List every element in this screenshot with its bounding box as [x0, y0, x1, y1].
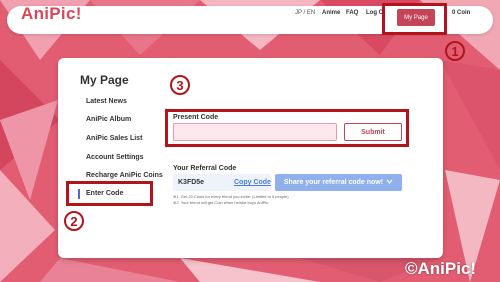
copy-code-link[interactable]: Copy Code [234, 179, 271, 186]
sidebar-item-sales-list[interactable]: AniPic Sales List [86, 135, 142, 142]
highlight-my-page [382, 3, 447, 35]
anipic-watermark: ©AniPic! [405, 259, 477, 278]
annotation-number-1: 1 [445, 41, 465, 61]
annotation-number-2: 2 [64, 211, 84, 231]
nav-logout[interactable]: Log O [366, 10, 383, 16]
chevron-down-icon [386, 179, 393, 186]
coin-balance[interactable]: 0 Coin [452, 10, 470, 16]
referral-code-label: Your Referral Code [173, 165, 237, 172]
sidebar-item-account-settings[interactable]: Account Settings [86, 154, 144, 161]
share-referral-label: Share your referral code now! [283, 179, 384, 186]
anipic-logo[interactable]: AniPic! [21, 4, 82, 24]
page-title: My Page [80, 73, 129, 87]
nav-faq[interactable]: FAQ [346, 10, 358, 16]
referral-code-value: K3FD5e [178, 179, 205, 186]
sidebar-item-recharge-coins[interactable]: Recharge AniPic Coins [86, 172, 163, 179]
highlight-present-code [165, 109, 409, 147]
sidebar-item-album[interactable]: AniPic Album [86, 116, 131, 123]
annotation-number-3: 3 [170, 75, 190, 95]
sidebar-item-latest-news[interactable]: Latest News [86, 98, 127, 105]
share-referral-button[interactable]: Share your referral code now! [275, 174, 402, 191]
language-switch[interactable]: JP / EN [295, 10, 315, 16]
nav-anime[interactable]: Anime [322, 10, 340, 16]
referral-note-1: ※1. Get 20 Coins for every friend you in… [173, 194, 289, 199]
referral-note-2: ※2. Your friend will get Coin when he/sh… [173, 200, 270, 205]
highlight-enter-code [66, 181, 153, 206]
